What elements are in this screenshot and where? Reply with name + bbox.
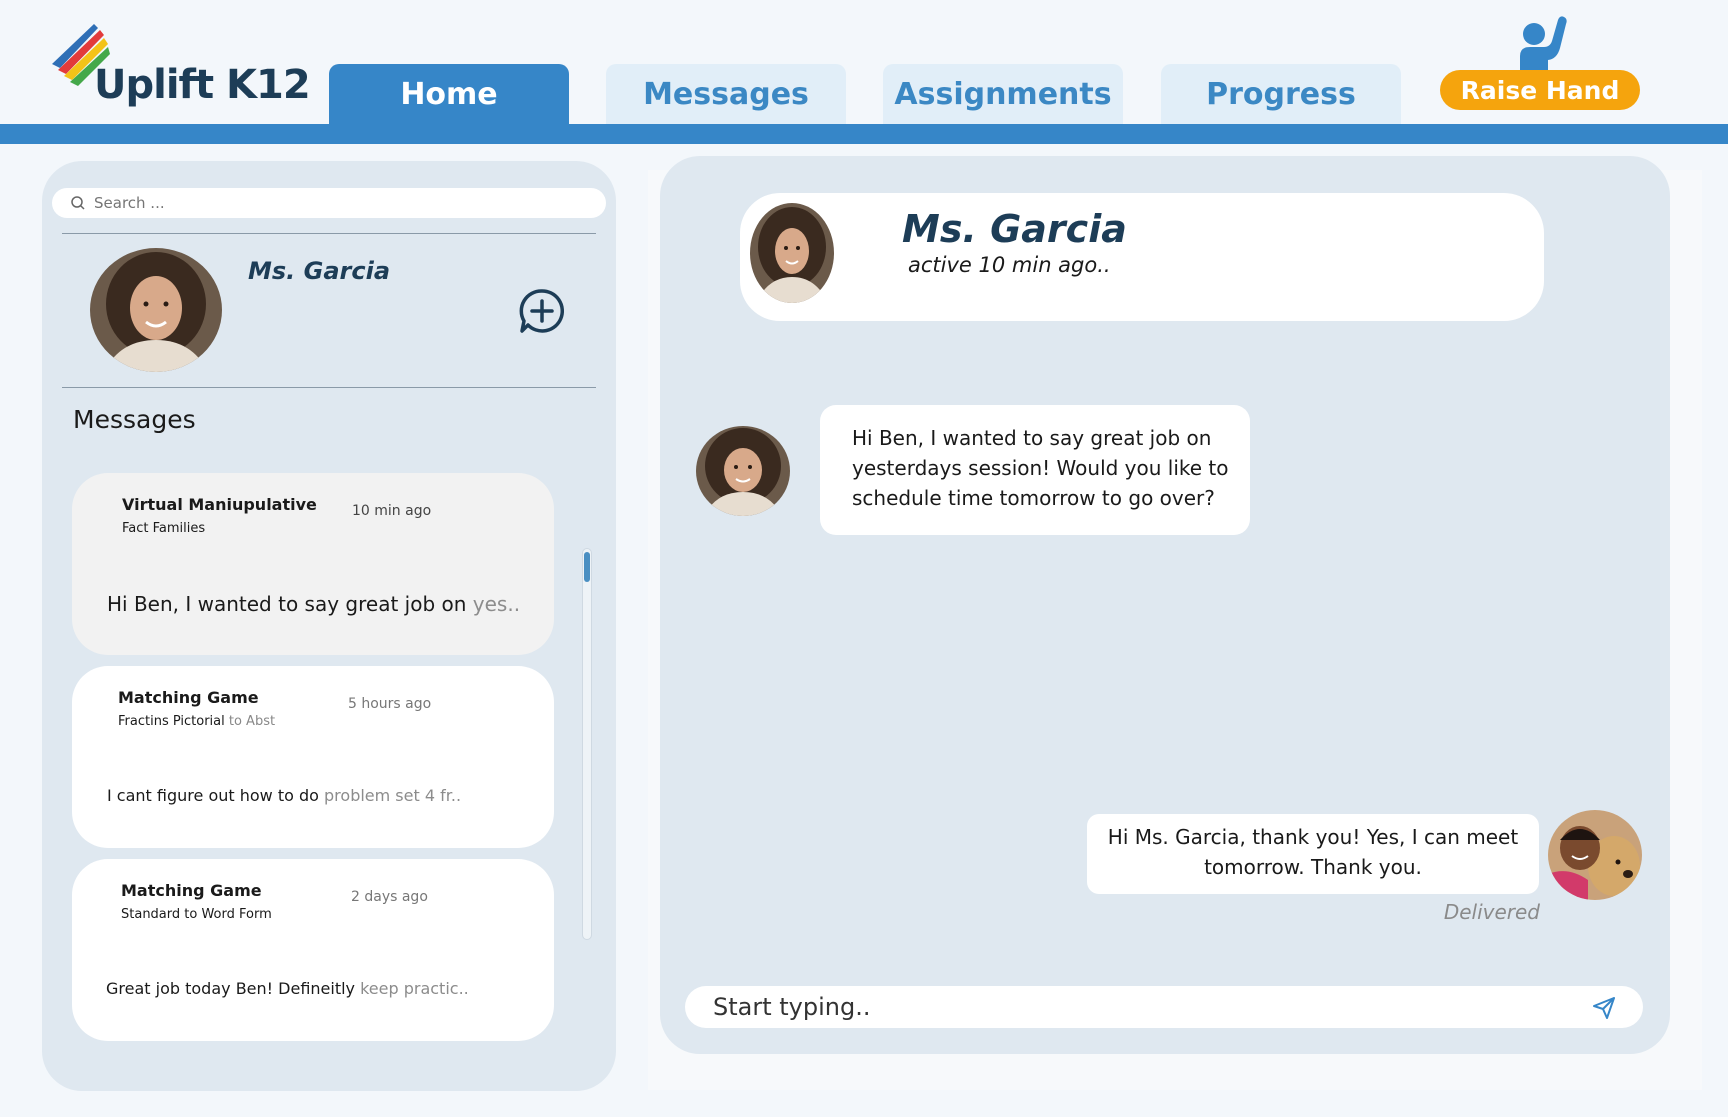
thread-preview-text: Great job today Ben! Defineitly bbox=[106, 979, 361, 998]
thread-subtitle: Standard to Word Form bbox=[121, 907, 272, 922]
search-input[interactable] bbox=[94, 194, 574, 212]
chat-header: Ms. Garcia active 10 min ago.. bbox=[740, 193, 1544, 321]
student-avatar-image bbox=[1548, 810, 1642, 900]
thread-time: 2 days ago bbox=[351, 889, 428, 905]
thread-title: Matching Game bbox=[118, 688, 259, 707]
raised-hand-icon bbox=[1520, 16, 1567, 74]
chat-panel: Ms. Garcia active 10 min ago.. Hi Ben, I… bbox=[660, 156, 1670, 1054]
raise-hand-group: Raise Hand bbox=[1440, 14, 1640, 114]
thread-preview-fade: problem set 4 fr.. bbox=[324, 786, 462, 805]
divider bbox=[62, 387, 596, 388]
thread-preview: I cant figure out how to do problem set … bbox=[107, 786, 461, 805]
thread-subtitle-text: Fact Families bbox=[122, 521, 206, 536]
tab-messages[interactable]: Messages bbox=[606, 64, 846, 124]
top-header: Uplift K12 Home Messages Assignments Pro… bbox=[0, 0, 1728, 144]
delivery-status: Delivered bbox=[1443, 900, 1540, 924]
tab-home[interactable]: Home bbox=[329, 64, 569, 124]
message-thread-item[interactable]: Matching Game Standard to Word Form 2 da… bbox=[72, 859, 554, 1041]
thread-preview-text: I cant figure out how to do bbox=[107, 786, 325, 805]
conversations-panel: Ms. Garcia Messages Virtual Maniupulativ… bbox=[42, 161, 616, 1091]
thread-time: 10 min ago bbox=[352, 503, 432, 519]
thread-preview-fade: yes.. bbox=[472, 592, 521, 616]
message-thread-list: Virtual Maniupulative Fact Families 10 m… bbox=[72, 473, 554, 1081]
search-bar bbox=[52, 188, 606, 218]
avatar bbox=[1548, 810, 1642, 900]
avatar[interactable] bbox=[750, 203, 834, 303]
thread-title: Matching Game bbox=[121, 881, 262, 900]
tab-assignments[interactable]: Assignments bbox=[883, 64, 1123, 124]
scrollbar-thumb[interactable] bbox=[584, 552, 590, 582]
profile-name: Ms. Garcia bbox=[248, 257, 391, 285]
teacher-avatar-image bbox=[696, 426, 790, 516]
header-divider-bar bbox=[0, 124, 1728, 144]
teacher-avatar-image bbox=[750, 203, 834, 303]
outgoing-message-bubble: Hi Ms. Garcia, thank you! Yes, I can mee… bbox=[1087, 814, 1539, 894]
app-name: Uplift K12 bbox=[94, 62, 311, 108]
thread-preview: Great job today Ben! Defineitly keep pra… bbox=[106, 979, 469, 998]
thread-preview-fade: keep practic.. bbox=[360, 979, 469, 998]
teacher-avatar-image bbox=[90, 248, 222, 372]
app-logo[interactable]: Uplift K12 bbox=[48, 18, 311, 108]
raise-hand-button[interactable]: Raise Hand bbox=[1440, 70, 1640, 110]
send-icon[interactable] bbox=[1591, 995, 1617, 1021]
thread-subtitle: Fractins Pictorial to Abst bbox=[118, 714, 275, 729]
thread-subtitle: Fact Families bbox=[122, 521, 205, 536]
tab-progress[interactable]: Progress bbox=[1161, 64, 1401, 124]
incoming-message-bubble: Hi Ben, I wanted to say great job on yes… bbox=[820, 405, 1250, 535]
thread-subtitle-fade: to Abst bbox=[228, 714, 276, 729]
thread-list-scrollbar[interactable] bbox=[582, 548, 592, 940]
new-chat-plus-icon[interactable] bbox=[518, 287, 566, 335]
contact-status: active 10 min ago.. bbox=[908, 253, 1111, 277]
thread-subtitle-text: Standard to Word Form bbox=[121, 907, 272, 922]
contact-name: Ms. Garcia bbox=[902, 207, 1127, 251]
avatar[interactable] bbox=[90, 248, 222, 372]
thread-time: 5 hours ago bbox=[348, 696, 432, 712]
thread-title: Virtual Maniupulative bbox=[122, 495, 317, 514]
message-thread-item[interactable]: Virtual Maniupulative Fact Families 10 m… bbox=[72, 473, 554, 655]
search-icon bbox=[71, 196, 85, 210]
messages-heading: Messages bbox=[73, 405, 196, 434]
compose-bar bbox=[685, 986, 1643, 1028]
thread-subtitle-text: Fractins Pictorial bbox=[118, 714, 229, 729]
message-thread-item[interactable]: Matching Game Fractins Pictorial to Abst… bbox=[72, 666, 554, 848]
thread-preview: Hi Ben, I wanted to say great job on yes… bbox=[107, 592, 520, 616]
divider bbox=[62, 233, 596, 234]
thread-preview-text: Hi Ben, I wanted to say great job on bbox=[107, 592, 473, 616]
message-input[interactable] bbox=[713, 993, 1573, 1021]
avatar bbox=[696, 426, 790, 516]
